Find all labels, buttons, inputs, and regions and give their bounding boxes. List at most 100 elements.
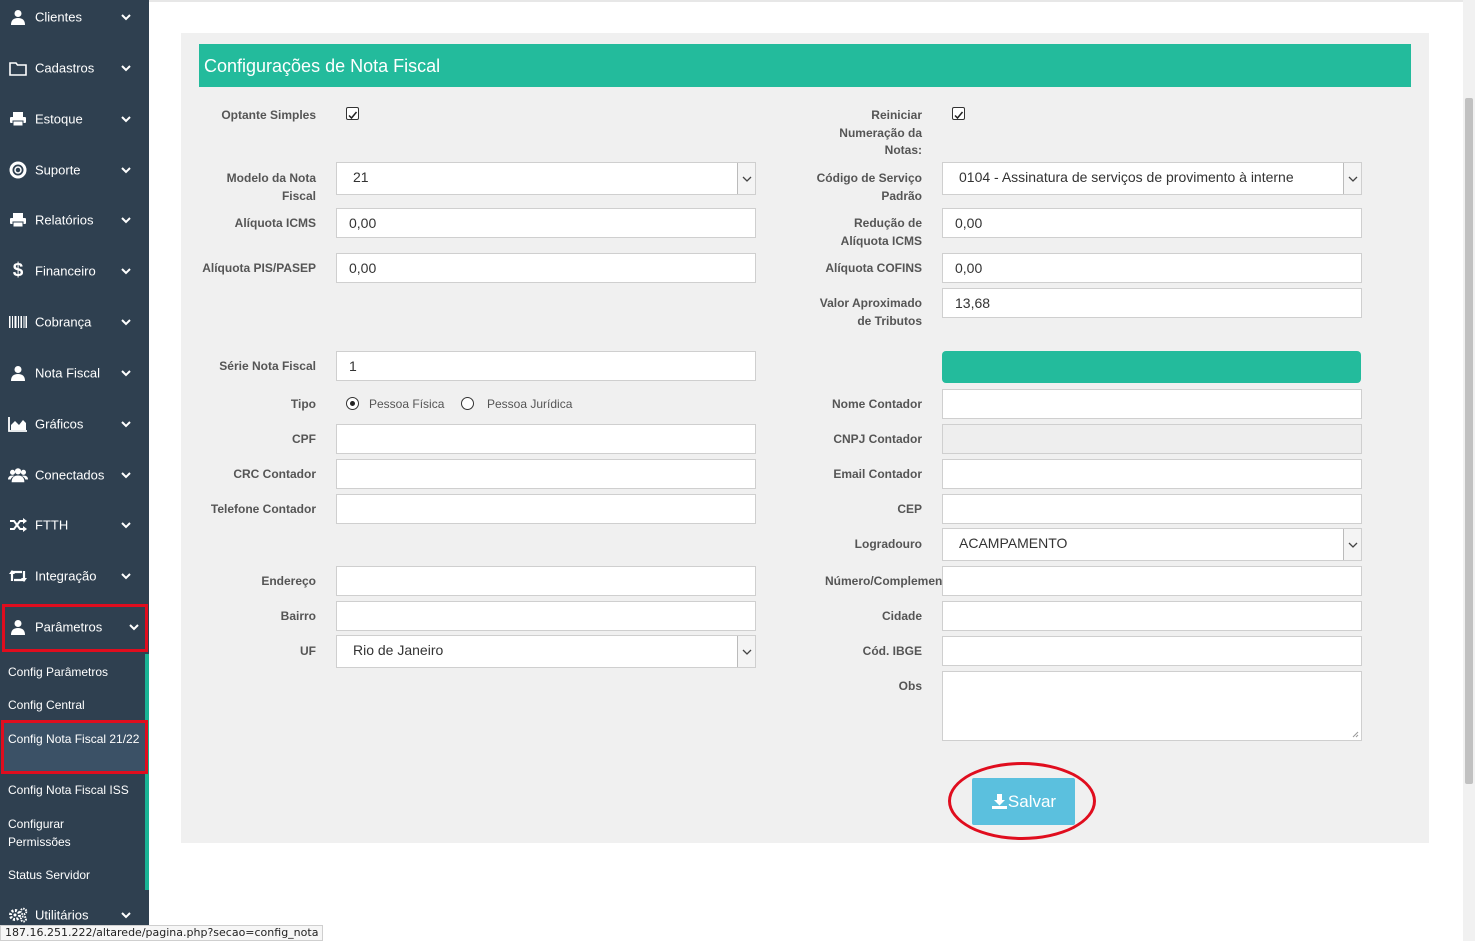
panel-header: Configurações de Nota Fiscal — [199, 44, 1411, 87]
bairro-label: Bairro — [280, 609, 316, 623]
obs-label: Obs — [898, 679, 922, 693]
logradouro-select[interactable]: ACAMPAMENTO — [942, 528, 1362, 561]
aliquota-pis-input[interactable]: 0,00 — [336, 253, 756, 283]
submenu-item-configurar-permissoes[interactable]: Configurar Permissões — [8, 815, 128, 851]
chevron-down-icon — [121, 319, 131, 326]
reiniciar-numeracao-label: Reiniciar Numeração da Notas: — [839, 108, 922, 157]
valor-tributos-input[interactable]: 13,68 — [942, 288, 1362, 318]
sidebar-item-label: Utilitários — [35, 907, 89, 923]
cnpj-contador-label: CNPJ Contador — [833, 432, 922, 446]
optante-simples-label: Optante Simples — [221, 108, 316, 122]
config-nota-fiscal-highlight — [1, 720, 148, 774]
submenu-item-status-servidor[interactable]: Status Servidor — [8, 866, 90, 884]
nome-contador-input[interactable] — [942, 389, 1362, 419]
pessoa-juridica-radio[interactable] — [461, 397, 474, 410]
retweet-icon — [8, 567, 28, 585]
chevron-down-icon — [121, 421, 131, 428]
obs-textarea[interactable] — [942, 671, 1362, 741]
chevron-down-icon — [1343, 529, 1361, 560]
scrollbar-thumb[interactable] — [1465, 98, 1473, 784]
sidebar-item-conectados[interactable]: Conectados — [0, 455, 149, 495]
cidade-input[interactable] — [942, 601, 1362, 631]
resize-grip-icon[interactable] — [1351, 730, 1359, 738]
aliquota-cofins-input[interactable]: 0,00 — [942, 253, 1362, 283]
chevron-down-icon — [737, 163, 755, 194]
user-icon — [8, 364, 28, 382]
reducao-icms-input[interactable]: 0,00 — [942, 208, 1362, 238]
cpf-input[interactable] — [336, 424, 756, 454]
reiniciar-numeracao-checkbox[interactable] — [952, 107, 965, 120]
sidebar-item-integracao[interactable]: Integração — [0, 556, 149, 596]
accent-bar — [942, 351, 1361, 383]
chevron-down-icon — [121, 370, 131, 377]
logradouro-label: Logradouro — [854, 537, 922, 551]
chevron-down-icon — [121, 912, 131, 919]
sidebar-item-estoque[interactable]: Estoque — [0, 99, 149, 139]
chevron-down-icon — [737, 636, 755, 667]
cep-label: CEP — [897, 502, 922, 516]
uf-label: UF — [300, 644, 316, 658]
chevron-down-icon — [121, 472, 131, 479]
check-icon — [348, 111, 358, 120]
sidebar-item-label: Clientes — [35, 9, 82, 25]
sidebar-item-relatorios[interactable]: Relatórios — [0, 200, 149, 240]
sidebar-item-label: Gráficos — [35, 416, 84, 432]
submenu-item-config-parametros[interactable]: Config Parâmetros — [8, 663, 108, 681]
chevron-down-icon — [121, 14, 131, 21]
cep-input[interactable] — [942, 494, 1362, 524]
optante-simples-checkbox[interactable] — [346, 107, 359, 120]
gears-icon — [8, 906, 28, 924]
uf-select[interactable]: Rio de Janeiro — [336, 635, 756, 668]
aliquota-pis-label: Alíquota PIS/PASEP — [202, 261, 316, 275]
sidebar-item-label: Cadastros — [35, 60, 95, 76]
sidebar-item-suporte[interactable]: Suporte — [0, 150, 149, 190]
modelo-nota-select[interactable]: 21 — [336, 162, 756, 195]
cnpj-contador-input — [942, 424, 1362, 454]
printer-icon — [8, 110, 28, 128]
chevron-down-icon — [121, 573, 131, 580]
serie-nota-input[interactable]: 1 — [336, 351, 756, 381]
telefone-contador-input[interactable] — [336, 494, 756, 524]
parametros-highlight — [2, 604, 148, 652]
chevron-down-icon — [121, 65, 131, 72]
sidebar-item-cadastros[interactable]: Cadastros — [0, 48, 149, 88]
users-icon — [8, 466, 28, 484]
sidebar-item-label: Estoque — [35, 111, 83, 127]
crc-contador-input[interactable] — [336, 459, 756, 489]
submenu-item-config-central[interactable]: Config Central — [8, 696, 85, 714]
folder-icon — [8, 59, 28, 77]
sidebar-item-label: Cobrança — [35, 314, 92, 330]
sidebar-item-graficos[interactable]: Gráficos — [0, 404, 149, 444]
check-icon — [954, 111, 964, 120]
sidebar-item-clientes[interactable]: Clientes — [0, 0, 149, 37]
submenu-item-config-nota-fiscal-iss[interactable]: Config Nota Fiscal ISS — [8, 781, 129, 799]
scrollbar[interactable] — [1463, 0, 1475, 941]
chevron-down-icon — [121, 116, 131, 123]
telefone-contador-label: Telefone Contador — [210, 502, 316, 516]
cod-ibge-input[interactable] — [942, 636, 1362, 666]
codigo-servico-select[interactable]: 0104 - Assinatura de serviços de provime… — [942, 162, 1362, 195]
email-contador-input[interactable] — [942, 459, 1362, 489]
codigo-servico-label: Código de Serviço Padrão — [816, 171, 922, 203]
numero-complemento-input[interactable] — [942, 566, 1362, 596]
sidebar: Clientes Cadastros Estoque Suporte Relat… — [0, 0, 149, 941]
tipo-label: Tipo — [290, 397, 316, 411]
sidebar-item-cobranca[interactable]: Cobrança — [0, 302, 149, 342]
aliquota-icms-input[interactable]: 0,00 — [336, 208, 756, 238]
sidebar-item-label: Integração — [35, 568, 97, 584]
dollar-icon: $ — [12, 260, 24, 281]
random-icon — [8, 516, 28, 534]
uf-value: Rio de Janeiro — [353, 642, 444, 658]
reducao-icms-label: Redução de Alíquota ICMS — [840, 216, 922, 248]
area-chart-icon — [8, 415, 28, 433]
bairro-input[interactable] — [336, 601, 756, 631]
endereco-input[interactable] — [336, 566, 756, 596]
sidebar-item-label: FTTH — [35, 517, 69, 533]
pessoa-fisica-radio[interactable] — [346, 397, 359, 410]
crc-contador-label: CRC Contador — [233, 467, 316, 481]
sidebar-item-nota-fiscal[interactable]: Nota Fiscal — [0, 353, 149, 393]
sidebar-item-ftth[interactable]: FTTH — [0, 505, 149, 545]
sidebar-item-financeiro[interactable]: $ Financeiro — [0, 251, 149, 291]
sidebar-item-label: Relatórios — [35, 212, 94, 228]
logradouro-value: ACAMPAMENTO — [959, 535, 1068, 551]
